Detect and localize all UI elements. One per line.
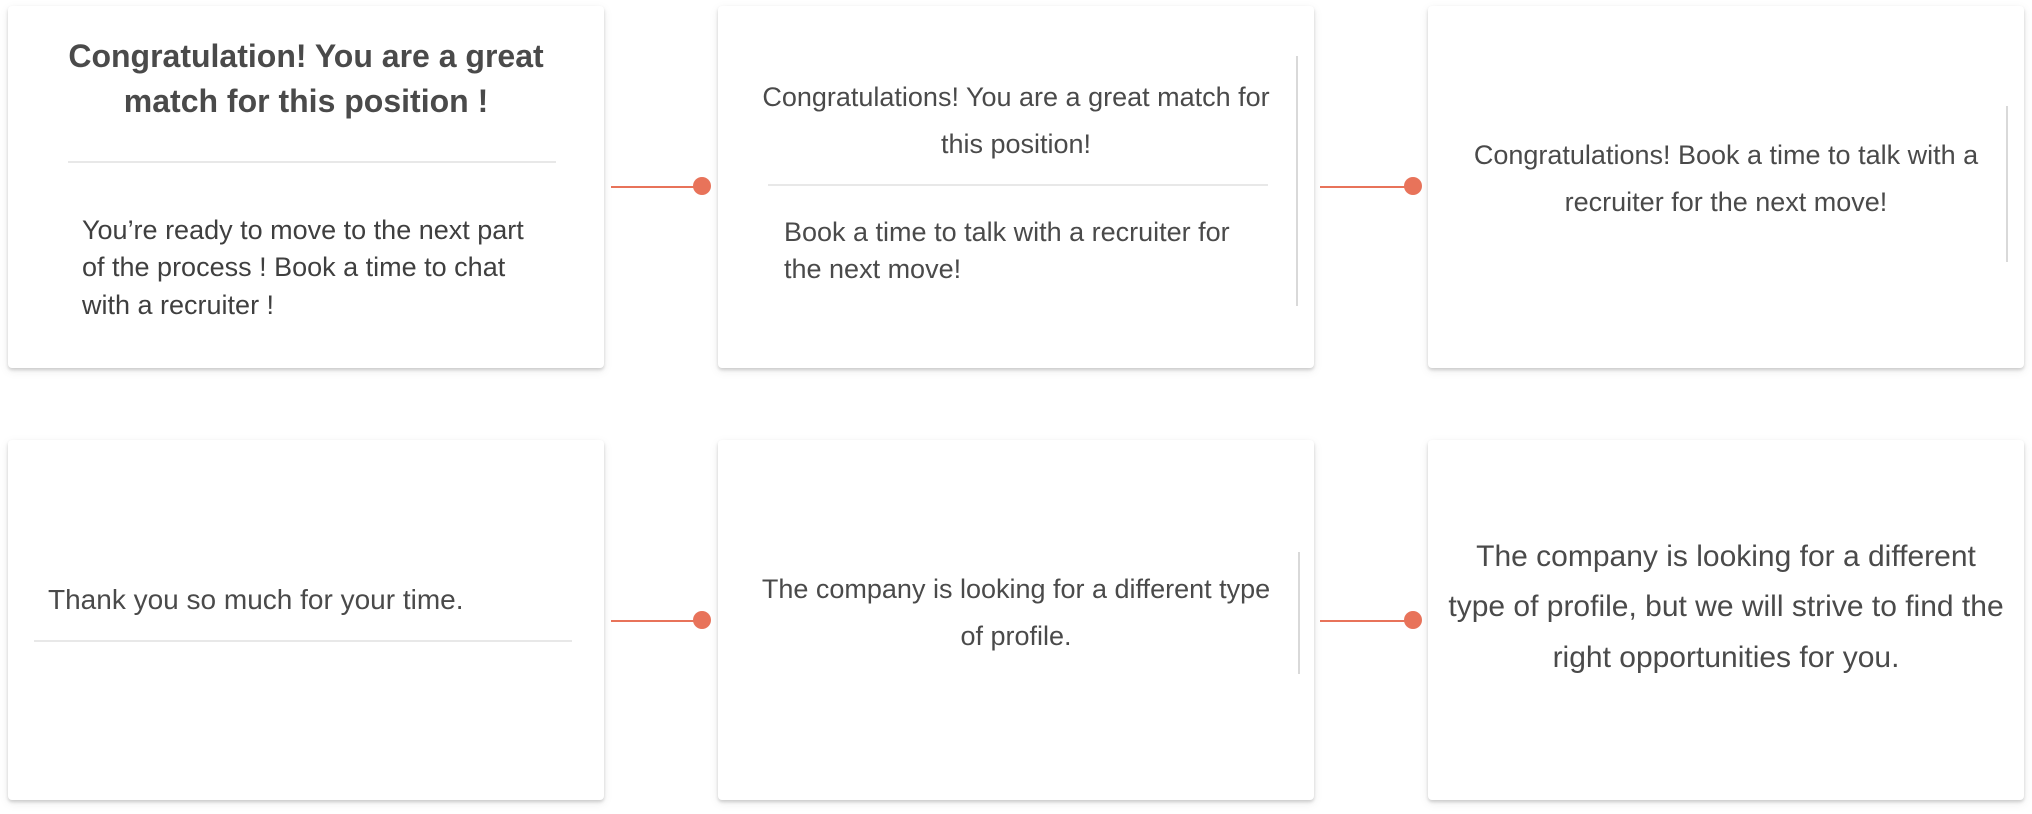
card-title: The company is looking for a different t… <box>761 574 1271 652</box>
connector-line <box>1320 186 1410 188</box>
divider <box>34 640 572 642</box>
message-card-reject-v3: The company is looking for a different t… <box>1428 440 2024 800</box>
connector-line <box>611 186 701 188</box>
connector-line <box>611 620 701 622</box>
divider <box>768 184 1268 186</box>
connector-line <box>1320 620 1410 622</box>
connector-dot <box>693 177 711 195</box>
scrollbar[interactable] <box>1298 552 1300 674</box>
card-title: Congratulations! You are a great match f… <box>762 82 1270 160</box>
card-title: Congratulation! You are a great match fo… <box>68 38 544 120</box>
card-title: Thank you so much for your time. <box>48 584 464 615</box>
message-card-reject-v2: The company is looking for a different t… <box>718 440 1314 800</box>
divider <box>68 161 556 163</box>
connector-dot <box>693 611 711 629</box>
message-card-match-v3: Congratulations! Book a time to talk wit… <box>1428 6 2024 368</box>
connector-dot <box>1404 177 1422 195</box>
card-body: Book a time to talk with a recruiter for… <box>784 217 1230 285</box>
card-title: Congratulations! Book a time to talk wit… <box>1473 140 1979 218</box>
card-body: You’re ready to move to the next part of… <box>82 215 524 320</box>
message-card-match-v1: Congratulation! You are a great match fo… <box>8 6 604 368</box>
card-title: The company is looking for a different t… <box>1448 540 2004 674</box>
message-card-match-v2: Congratulations! You are a great match f… <box>718 6 1314 368</box>
scrollbar[interactable] <box>1296 56 1298 306</box>
message-card-reject-v1: Thank you so much for your time. <box>8 440 604 800</box>
scrollbar[interactable] <box>2006 106 2008 262</box>
message-variants-board: Congratulation! You are a great match fo… <box>0 0 2032 814</box>
connector-dot <box>1404 611 1422 629</box>
